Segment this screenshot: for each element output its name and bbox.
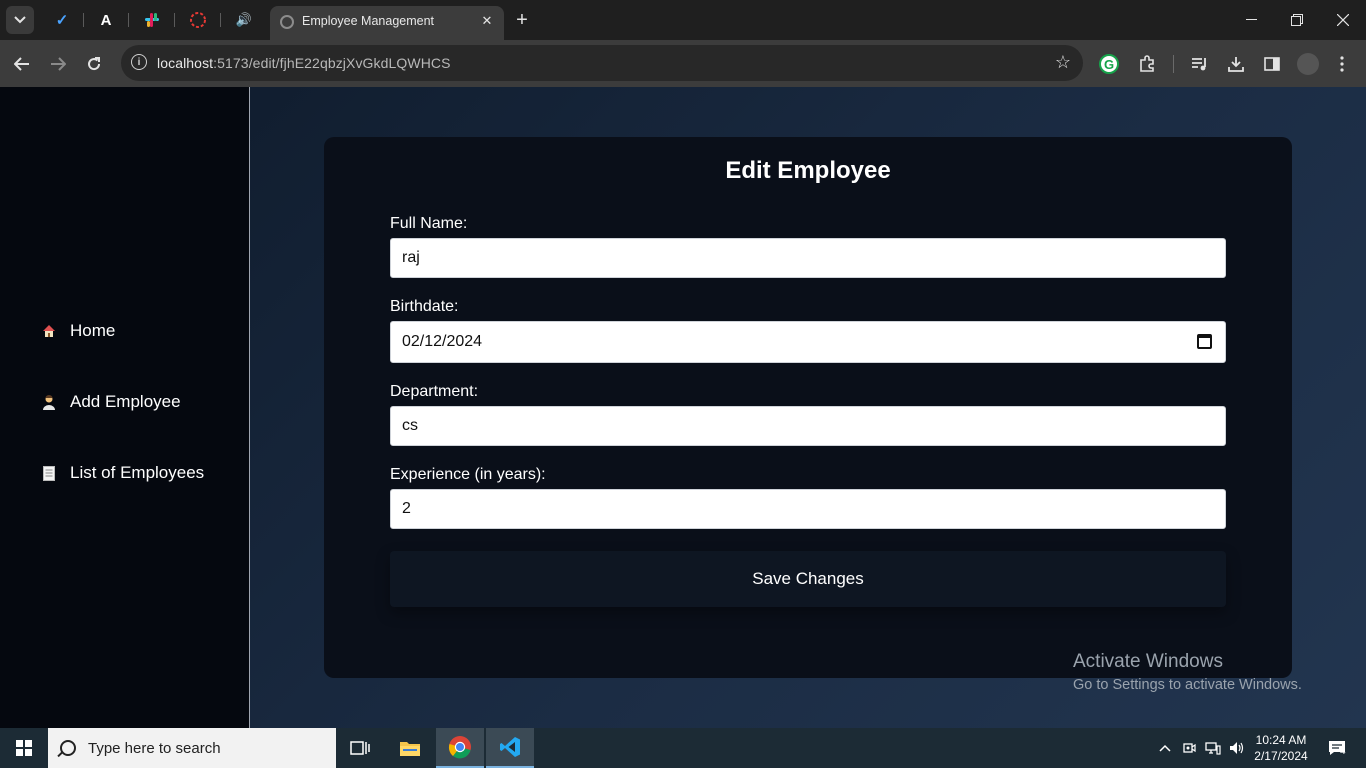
profile-avatar-icon[interactable] xyxy=(1297,53,1319,75)
toolbar-separator xyxy=(1173,55,1174,73)
url-text[interactable]: localhost:5173/edit/fjhE22qbzjXvGkdLQWHC… xyxy=(157,55,451,71)
sidebar-item-label: List of Employees xyxy=(70,463,205,482)
sidebar: Home Add Employee List of Employees xyxy=(0,87,250,728)
search-placeholder: Type here to search xyxy=(88,739,221,757)
site-info-icon[interactable]: i xyxy=(131,54,147,70)
close-tab-icon[interactable]: ✕ xyxy=(478,12,496,30)
vscode-taskbar-button[interactable] xyxy=(486,728,534,768)
extensions-icon[interactable] xyxy=(1135,52,1159,76)
browser-toolbar: i localhost:5173/edit/fjhE22qbzjXvGkdLQW… xyxy=(0,40,1366,87)
save-changes-button[interactable]: Save Changes xyxy=(390,551,1226,607)
birthdate-label: Birthdate: xyxy=(390,298,459,315)
folder-icon xyxy=(400,742,420,756)
close-window-button[interactable] xyxy=(1320,0,1366,40)
sidebar-item-label: Home xyxy=(70,321,116,340)
tab-search-button[interactable] xyxy=(6,6,34,34)
chevron-up-icon xyxy=(1159,744,1171,752)
document-icon xyxy=(40,464,58,482)
show-hidden-icons-button[interactable] xyxy=(1154,728,1176,768)
address-bar[interactable]: i localhost:5173/edit/fjhE22qbzjXvGkdLQW… xyxy=(121,45,1083,81)
volume-icon[interactable] xyxy=(1226,728,1248,768)
experience-input[interactable]: 2 xyxy=(390,489,1226,529)
clock-date: 2/17/2024 xyxy=(1254,749,1308,763)
search-icon xyxy=(60,740,76,756)
restore-button[interactable] xyxy=(1274,0,1320,40)
tab-separator xyxy=(220,13,221,27)
speaker-icon[interactable]: 🔊 xyxy=(232,8,256,32)
app-page: Home Add Employee List of Employees Edit… xyxy=(0,87,1366,728)
calendar-icon[interactable] xyxy=(1197,334,1212,349)
media-controls-icon[interactable] xyxy=(1188,52,1212,76)
experience-label: Experience (in years): xyxy=(390,466,546,483)
url-host: localhost xyxy=(157,55,214,71)
forward-button[interactable] xyxy=(44,50,72,78)
sidebar-item-add-employee[interactable]: Add Employee xyxy=(40,392,181,412)
bookmark-star-icon[interactable]: ☆ xyxy=(1055,52,1071,73)
windows-logo-icon xyxy=(16,740,32,756)
vscode-icon xyxy=(500,737,520,757)
notification-count-badge: 4 xyxy=(1340,746,1346,757)
download-icon[interactable] xyxy=(1224,52,1248,76)
task-view-button[interactable] xyxy=(336,728,384,768)
full-name-input[interactable]: raj xyxy=(390,238,1226,278)
full-name-label: Full Name: xyxy=(390,215,468,232)
task-view-icon xyxy=(350,741,370,755)
new-tab-button[interactable]: + xyxy=(510,6,534,34)
department-label: Department: xyxy=(390,383,479,400)
todo-check-icon[interactable]: ✓ xyxy=(50,8,74,32)
network-icon[interactable] xyxy=(1202,728,1224,768)
url-path: :5173/edit/fjhE22qbzjXvGkdLQWHCS xyxy=(213,55,451,71)
page-title: Edit Employee xyxy=(725,157,891,184)
tab-separator xyxy=(83,13,84,27)
opera-icon[interactable] xyxy=(186,8,210,32)
chrome-taskbar-button[interactable] xyxy=(436,728,484,768)
file-explorer-button[interactable] xyxy=(386,728,434,768)
clock-time: 10:24 AM xyxy=(1255,733,1307,747)
a-letter-icon[interactable]: A xyxy=(94,8,118,32)
notification-center-button[interactable]: 4 xyxy=(1322,728,1352,768)
watermark-subtitle: Go to Settings to activate Windows. xyxy=(1073,677,1302,693)
activate-windows-watermark: Activate Windows Go to Settings to activ… xyxy=(1073,651,1302,693)
meet-now-icon[interactable] xyxy=(1179,728,1199,768)
minimize-button[interactable] xyxy=(1228,0,1274,40)
chrome-icon xyxy=(448,736,471,759)
birthdate-value: 02/12/2024 xyxy=(402,333,483,350)
taskbar-search-box[interactable]: Type here to search xyxy=(48,728,336,768)
grammarly-icon[interactable]: G xyxy=(1099,54,1119,74)
arrow-right-icon xyxy=(51,57,66,71)
reload-icon xyxy=(88,57,101,71)
birthdate-input[interactable]: 02/12/2024 xyxy=(390,321,1226,363)
watermark-title: Activate Windows xyxy=(1073,651,1223,672)
globe-icon xyxy=(280,15,294,29)
tab-separator xyxy=(174,13,175,27)
menu-kebab-icon[interactable] xyxy=(1330,52,1354,76)
browser-tab-bar: ✓ A 🔊 Employee Management ✕ + xyxy=(0,0,1366,40)
slack-icon[interactable] xyxy=(140,8,164,32)
person-icon xyxy=(40,393,58,411)
arrow-left-icon xyxy=(14,57,29,71)
sidebar-item-label: Add Employee xyxy=(70,392,181,411)
side-panel-icon[interactable] xyxy=(1260,52,1284,76)
department-input[interactable]: cs xyxy=(390,406,1226,446)
sidebar-item-home[interactable]: Home xyxy=(40,321,115,341)
sidebar-item-list-employees[interactable]: List of Employees xyxy=(40,463,204,483)
edit-employee-card: Edit Employee Full Name: raj Birthdate: … xyxy=(324,137,1292,678)
reload-button[interactable] xyxy=(80,50,108,78)
start-button[interactable] xyxy=(0,728,48,768)
chevron-down-icon xyxy=(14,16,26,24)
windows-taskbar: Type here to search 10:24 AM 2/17/2024 4 xyxy=(0,728,1366,768)
tab-title: Employee Management xyxy=(302,14,435,28)
tab-employee-management[interactable]: Employee Management ✕ xyxy=(270,6,504,40)
taskbar-clock[interactable]: 10:24 AM 2/17/2024 xyxy=(1248,732,1314,764)
back-button[interactable] xyxy=(8,50,36,78)
tab-separator xyxy=(128,13,129,27)
house-icon xyxy=(40,322,58,340)
